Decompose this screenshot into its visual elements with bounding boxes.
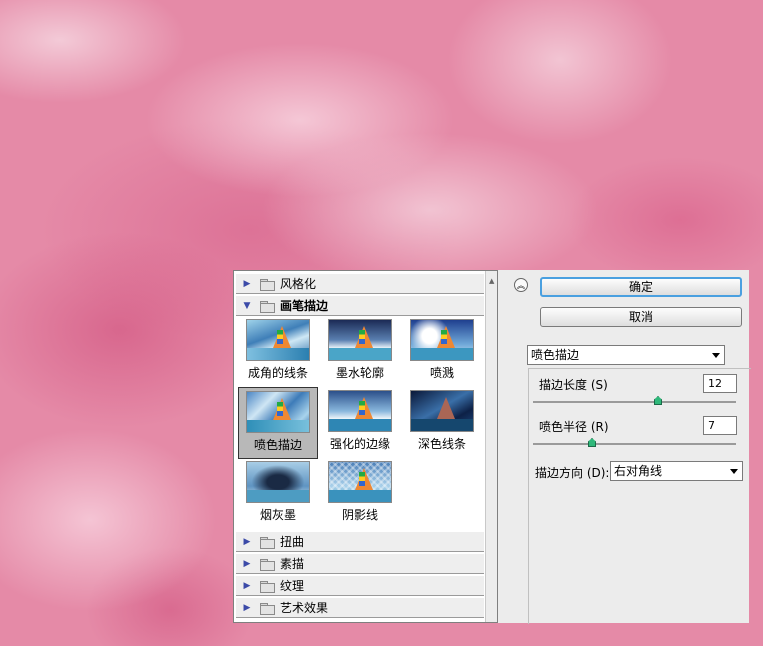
ok-button[interactable]: 确定 (540, 277, 742, 297)
spray-radius-slider[interactable] (533, 438, 736, 447)
folder-icon (260, 536, 275, 549)
expand-arrow-icon[interactable]: ▶ (240, 279, 254, 289)
expand-arrow-icon[interactable]: ▶ (240, 559, 254, 569)
filter-thumb-label: 成角的线条 (247, 366, 308, 380)
filter-thumb-label: 阴影线 (341, 508, 378, 522)
expand-arrow-icon[interactable]: ▶ (240, 581, 254, 591)
expand-arrow-icon[interactable]: ▶ (240, 603, 254, 613)
cancel-button[interactable]: 取消 (540, 307, 742, 327)
stroke-direction-value: 右对角线 (614, 464, 663, 478)
stroke-direction-select[interactable]: 右对角线 (610, 461, 743, 481)
category-stylize[interactable]: ▶ 风格化 (236, 273, 484, 294)
filter-thumb-sprayed-strokes[interactable]: 喷色描边 (238, 387, 318, 459)
filter-thumb-label: 强化的边缘 (329, 437, 390, 451)
filter-preview-image (328, 319, 392, 361)
filter-thumb-spatter[interactable]: 喷溅 (406, 319, 478, 385)
category-label: 艺术效果 (280, 601, 329, 615)
filter-thumb-ink-outlines[interactable]: 墨水轮廓 (324, 319, 396, 385)
filter-preview-image (246, 391, 310, 433)
filter-thumb-dark-strokes[interactable]: 深色线条 (406, 390, 478, 456)
category-brush-strokes[interactable]: ▼ 画笔描边 (236, 295, 484, 316)
category-distort[interactable]: ▶ 扭曲 (236, 531, 484, 552)
category-label: 纹理 (280, 579, 305, 593)
spray-radius-label: 喷色半径 (R) (539, 420, 609, 434)
filter-preview-image (410, 319, 474, 361)
filter-thumb-label: 烟灰墨 (259, 508, 296, 522)
dropdown-arrow-icon (730, 469, 738, 474)
category-texture[interactable]: ▶ 纹理 (236, 575, 484, 596)
filter-preview-image (246, 319, 310, 361)
filter-preview-image (328, 461, 392, 503)
collapse-arrow-icon[interactable]: ▼ (240, 301, 254, 311)
filter-thumb-label: 喷色描边 (253, 438, 302, 452)
filter-thumb-sumi-e[interactable]: 烟灰墨 (242, 461, 314, 527)
stroke-length-slider[interactable] (533, 396, 736, 405)
filter-list-panel: ▶ 风格化 ▼ 画笔描边 成角的线条 墨水轮廓 喷溅 喷色描边 强化的边缘 深色… (233, 270, 498, 623)
category-label: 素描 (280, 557, 305, 571)
folder-icon (260, 558, 275, 571)
filter-preview-image (246, 461, 310, 503)
collapse-gallery-icon[interactable]: ︽ (514, 278, 528, 292)
filter-preview-image (410, 390, 474, 432)
filter-select-value: 喷色描边 (531, 348, 580, 362)
filter-params-group (528, 368, 751, 624)
category-label: 画笔描边 (280, 299, 329, 313)
spray-radius-input[interactable]: 7 (703, 416, 737, 435)
category-label: 扭曲 (280, 535, 305, 549)
category-label: 风格化 (280, 277, 317, 291)
filter-gallery-dialog: ▶ 风格化 ▼ 画笔描边 成角的线条 墨水轮廓 喷溅 喷色描边 强化的边缘 深色… (233, 270, 751, 624)
filter-thumb-label: 墨水轮廓 (335, 366, 384, 380)
scroll-up-arrow-icon[interactable]: ▲ (489, 277, 494, 285)
dropdown-arrow-icon (712, 353, 720, 358)
filter-list-scrollbar[interactable]: ▲ (485, 271, 497, 622)
filter-thumb-crosshatch[interactable]: 阴影线 (324, 461, 396, 527)
stroke-length-input[interactable]: 12 (703, 374, 737, 393)
filter-preview-image (328, 390, 392, 432)
filter-thumb-label: 深色线条 (417, 437, 466, 451)
expand-arrow-icon[interactable]: ▶ (240, 537, 254, 547)
filter-thumb-accented-edges[interactable]: 强化的边缘 (324, 390, 396, 456)
filter-thumb-label: 喷溅 (429, 366, 454, 380)
folder-icon (260, 278, 275, 291)
category-sketch[interactable]: ▶ 素描 (236, 553, 484, 574)
filter-thumb-angled-strokes[interactable]: 成角的线条 (242, 319, 314, 385)
folder-icon (260, 580, 275, 593)
stroke-length-label: 描边长度 (S) (539, 378, 608, 392)
filter-select[interactable]: 喷色描边 (527, 345, 725, 365)
folder-icon (260, 602, 275, 615)
settings-panel: ︽ 确定 取消 喷色描边 描边长度 (S) 12 喷色半径 (R) 7 描边方向… (498, 270, 751, 624)
category-artistic[interactable]: ▶ 艺术效果 (236, 597, 484, 618)
stroke-direction-label: 描边方向 (D): (535, 466, 610, 480)
folder-icon (260, 300, 275, 313)
